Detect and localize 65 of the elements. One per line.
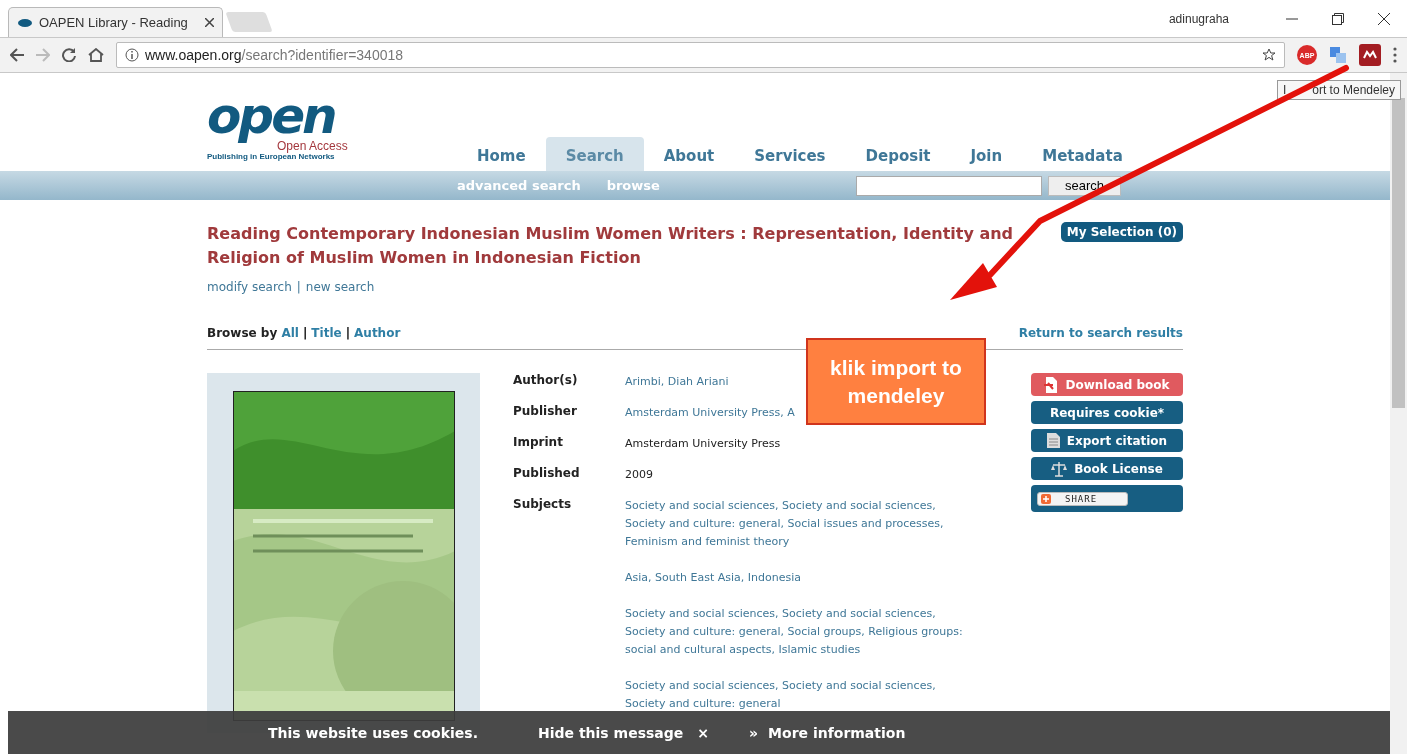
reload-icon[interactable] (62, 48, 76, 62)
action-button[interactable]: Export citation (1031, 429, 1183, 452)
hide-message-link[interactable]: Hide this message (538, 725, 684, 741)
more-icon[interactable]: » (749, 725, 759, 741)
separator: | (296, 280, 301, 294)
translate-icon[interactable] (1329, 46, 1347, 64)
address-bar[interactable]: www.oapen.org/search?identifier=340018 (116, 42, 1285, 68)
action-button[interactable]: Requires cookie* (1031, 401, 1183, 424)
field-value: Amsterdam University Press (625, 436, 781, 452)
field-label: Imprint (513, 435, 564, 451)
close-icon[interactable] (1378, 12, 1390, 25)
restore-icon[interactable] (1332, 12, 1344, 25)
field-value[interactable]: Society and social sciences, Society and social sciences, Society and culture: general (625, 677, 970, 713)
scrollbar-thumb[interactable] (1392, 98, 1405, 408)
annotation-callout: klik import to mendeley (806, 338, 986, 425)
action-button[interactable]: Download book (1031, 373, 1183, 396)
separator: | (302, 326, 308, 340)
search-link[interactable]: modify search (207, 280, 292, 294)
browser-tab[interactable]: OAPEN Library - Reading (8, 7, 223, 37)
cookie-message: This website uses cookies. (268, 725, 479, 741)
field-value[interactable]: Society and social sciences, Society and social sciences, Society and culture: general, Social issues and processes, Feminism and feminist theory (625, 497, 970, 551)
browse-label: Browse by (207, 326, 278, 340)
menu-icon[interactable] (1393, 47, 1397, 63)
nav-tab[interactable]: Search (545, 137, 644, 171)
filter-link[interactable]: All (281, 326, 299, 340)
my-selection-button[interactable]: My Selection (0) (1060, 222, 1183, 242)
filter-link[interactable]: Title (311, 326, 342, 340)
field-value[interactable]: Society and social sciences, Society and social sciences, Society and culture: general, Social groups, Religious groups: social and cultural aspects, Islamic studies (625, 605, 970, 659)
nav-tab[interactable]: Metadata (1022, 137, 1143, 171)
nav-tab[interactable]: Services (734, 137, 846, 171)
plus-icon (1041, 493, 1051, 504)
star-icon[interactable] (1262, 48, 1276, 62)
site-icon (17, 17, 33, 28)
book-title: Reading Contemporary Indonesian Muslim Women Writers : Representation, Identity and Religion of Muslim Women in Indonesian Fiction (207, 223, 1015, 269)
document-icon (1046, 433, 1060, 448)
pdf-icon (1044, 376, 1059, 393)
field-label: Author(s) (513, 373, 579, 389)
action-button[interactable]: Book License (1031, 457, 1183, 480)
field-label: Subjects (513, 497, 573, 513)
field-label: Published (513, 466, 581, 482)
more-information-link[interactable]: More information (768, 725, 906, 741)
profile-name[interactable]: adinugraha (1168, 11, 1229, 26)
return-link[interactable]: Return to search results (1018, 326, 1183, 340)
filter-link[interactable]: Author (354, 326, 401, 340)
nav-tab[interactable]: Join (950, 137, 1023, 171)
info-icon (125, 48, 139, 62)
mendeley-icon[interactable] (1359, 44, 1381, 66)
nav-tab[interactable]: Home (457, 137, 546, 171)
field-value[interactable]: Amsterdam University Press, A (625, 404, 795, 422)
search-field[interactable] (855, 175, 1042, 196)
share-button[interactable]: SHARE (1031, 485, 1183, 512)
back-icon[interactable] (10, 48, 24, 62)
field-label: Publisher (513, 404, 578, 420)
field-value[interactable]: Arimbi, Diah Ariani (625, 373, 729, 391)
home-icon[interactable] (88, 48, 104, 62)
nav-tab[interactable]: Deposit (845, 137, 951, 171)
close-icon[interactable] (205, 18, 214, 27)
scales-icon (1051, 460, 1068, 477)
search-link[interactable]: new search (305, 280, 375, 294)
nav-tab[interactable]: About (643, 137, 735, 171)
field-value[interactable]: Asia, South East Asia, Indonesia (625, 569, 801, 587)
field-value: 2009 (625, 467, 653, 483)
separator: | (345, 326, 351, 340)
close-link[interactable]: × (697, 725, 710, 741)
oapen-logo[interactable]: open Open Access Publishing in European Networks (207, 92, 457, 171)
